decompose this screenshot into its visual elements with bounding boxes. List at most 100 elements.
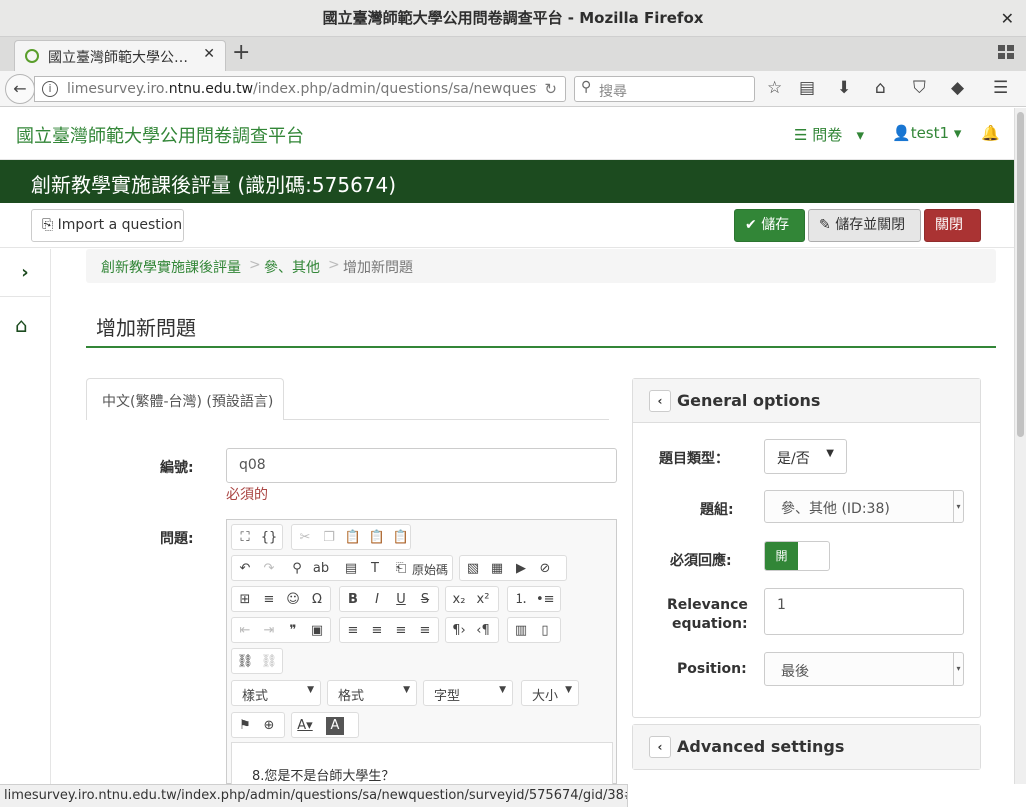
surveys-menu[interactable]: ☰ 問卷 ▾	[794, 124, 864, 145]
breadcrumb-group[interactable]: 參、其他	[264, 257, 320, 277]
background-color-icon[interactable]: A	[326, 717, 344, 735]
save-button[interactable]: ✔ 儲存	[734, 209, 805, 242]
scrollbar-thumb[interactable]	[1017, 112, 1024, 437]
info-icon[interactable]: i	[42, 81, 58, 97]
cut-icon[interactable]: ✂	[296, 529, 314, 547]
div-container-icon[interactable]: ▣	[308, 622, 326, 640]
close-button[interactable]: 關閉	[924, 209, 981, 242]
browser-tab[interactable]: 國立臺灣師範大學公… ✕	[14, 40, 226, 71]
code-field[interactable]: q08	[226, 448, 617, 483]
subscript-icon[interactable]: x₂	[450, 591, 468, 609]
templates-icon[interactable]: ▥	[512, 622, 530, 640]
window-close-icon[interactable]: ✕	[1001, 0, 1014, 37]
special-char-icon[interactable]: Ω	[308, 591, 326, 609]
horizontal-rule-icon[interactable]: ≡	[260, 591, 278, 609]
youtube-icon[interactable]: ▶	[512, 560, 530, 578]
page-scrollbar[interactable]	[1014, 108, 1026, 784]
select-all-icon[interactable]: ▤	[342, 560, 360, 578]
indent-icon[interactable]: ⇥	[260, 622, 278, 640]
editor-content[interactable]: 8.您是不是台師大學生？	[231, 742, 613, 784]
home-icon[interactable]: ⌂	[875, 78, 886, 98]
remove-format-icon[interactable]: T	[366, 560, 384, 578]
breadcrumb-survey[interactable]: 創新教學實施課後評量	[101, 257, 241, 277]
link-anchor-icon[interactable]: ⊘	[536, 560, 554, 578]
rtl-icon[interactable]: ‹¶	[474, 622, 492, 640]
underline-icon[interactable]: U	[392, 591, 410, 609]
bookmark-star-icon[interactable]: ☆	[767, 78, 782, 98]
reading-list-icon[interactable]: ▤	[799, 78, 815, 98]
tab-close-icon[interactable]: ✕	[203, 46, 215, 62]
reload-icon[interactable]: ↻	[544, 80, 557, 98]
toolbar-group: ▧ ▦ ▶ ⊘	[459, 555, 567, 581]
italic-icon[interactable]: I	[368, 591, 386, 609]
strikethrough-icon[interactable]: S	[416, 591, 434, 609]
tab-language[interactable]: 中文(繁體-台灣) (預設語言)	[86, 378, 284, 420]
download-icon[interactable]: ⬇	[837, 78, 851, 98]
find-icon[interactable]: ⚲	[288, 560, 306, 578]
tab-list-icon[interactable]	[998, 45, 1014, 59]
hamburger-menu-icon[interactable]: ☰	[993, 78, 1008, 98]
font-dropdown[interactable]: 字型 ▼	[423, 680, 513, 706]
mandatory-toggle[interactable]: 開	[764, 541, 830, 571]
bulleted-list-icon[interactable]: •≡	[536, 591, 555, 609]
question-type-select[interactable]: 是/否 ▼	[764, 439, 847, 474]
flag-icon[interactable]: ⚑	[236, 717, 254, 735]
brand-link[interactable]: 國立臺灣師範大學公用問卷調查平台	[16, 122, 304, 148]
bell-icon[interactable]: 🔔	[981, 124, 1000, 142]
styles-dropdown[interactable]: 樣式 ▼	[231, 680, 321, 706]
url-text[interactable]: limesurvey.iro.ntnu.edu.tw/index.php/adm…	[67, 81, 537, 97]
copy-icon[interactable]: ❐	[320, 529, 338, 547]
paste-icon[interactable]: 📋	[344, 529, 362, 547]
text-color-icon[interactable]: A▾	[296, 717, 314, 735]
ltr-icon[interactable]: ¶›	[450, 622, 468, 640]
source-label[interactable]: 原始碼	[412, 561, 448, 578]
table-icon[interactable]: ⊞	[236, 591, 254, 609]
paste-text-icon[interactable]: 📋	[368, 529, 386, 547]
import-question-button[interactable]: ⎘ Import a question	[31, 209, 184, 242]
align-center-icon[interactable]: ≡	[368, 622, 386, 640]
advanced-settings-header[interactable]: ‹ Advanced settings	[633, 725, 980, 769]
chevron-left-icon[interactable]: ‹	[649, 736, 671, 758]
unlink-icon[interactable]: ⛓	[260, 653, 278, 671]
format-dropdown[interactable]: 格式 ▼	[327, 680, 417, 706]
relevance-equation-field[interactable]: 1	[764, 588, 964, 635]
window-titlebar: 國立臺灣師範大學公用問卷調查平台 - Mozilla Firefox ✕	[0, 0, 1026, 37]
sidebar-home-icon[interactable]: ⌂	[15, 313, 28, 337]
flash-icon[interactable]: ▦	[488, 560, 506, 578]
link-icon[interactable]: ⛓	[236, 653, 254, 671]
sync-icon[interactable]: ◆	[951, 78, 964, 98]
source-icon[interactable]: ⎗	[392, 560, 410, 578]
expression-icon[interactable]: {}	[260, 529, 278, 547]
required-message: 必須的	[226, 487, 268, 503]
user-menu[interactable]: 👤test1 ▾	[892, 124, 961, 142]
redo-icon[interactable]: ↷	[260, 560, 278, 578]
back-icon[interactable]: ←	[5, 74, 35, 104]
new-tab-icon[interactable]: +	[232, 41, 250, 65]
superscript-icon[interactable]: x²	[474, 591, 492, 609]
blockquote-icon[interactable]: ❞	[284, 622, 302, 640]
undo-icon[interactable]: ↶	[236, 560, 254, 578]
chevron-left-icon[interactable]: ‹	[649, 390, 671, 412]
bold-icon[interactable]: B	[344, 591, 362, 609]
replace-icon[interactable]: ab	[312, 560, 330, 578]
align-right-icon[interactable]: ≡	[392, 622, 410, 640]
maximize-icon[interactable]: ⛶	[236, 529, 254, 547]
image-icon[interactable]: ▧	[464, 560, 482, 578]
numbered-list-icon[interactable]: ⒈	[512, 591, 530, 609]
outdent-icon[interactable]: ⇤	[236, 622, 254, 640]
justify-icon[interactable]: ≡	[416, 622, 434, 640]
document-icon[interactable]: ▯	[536, 622, 554, 640]
url-bar[interactable]: i limesurvey.iro.ntnu.edu.tw/index.php/a…	[34, 76, 566, 102]
expand-sidebar-icon[interactable]: ›	[0, 249, 50, 297]
general-options-header[interactable]: ‹ General options	[633, 379, 980, 423]
pocket-icon[interactable]: ⛉	[913, 78, 926, 98]
align-left-icon[interactable]: ≡	[344, 622, 362, 640]
position-select[interactable]: 最後 ▾	[764, 652, 964, 686]
save-and-close-button[interactable]: ✎ 儲存並關閉	[808, 209, 921, 242]
group-select[interactable]: 參、其他 (ID:38) ▾	[764, 490, 964, 523]
smiley-icon[interactable]: ☺	[284, 591, 302, 609]
search-box[interactable]: ⚲ 搜尋	[574, 76, 755, 102]
language-icon[interactable]: ⊕	[260, 717, 278, 735]
paste-word-icon[interactable]: 📋	[392, 529, 410, 547]
size-dropdown[interactable]: 大小 ▼	[521, 680, 579, 706]
